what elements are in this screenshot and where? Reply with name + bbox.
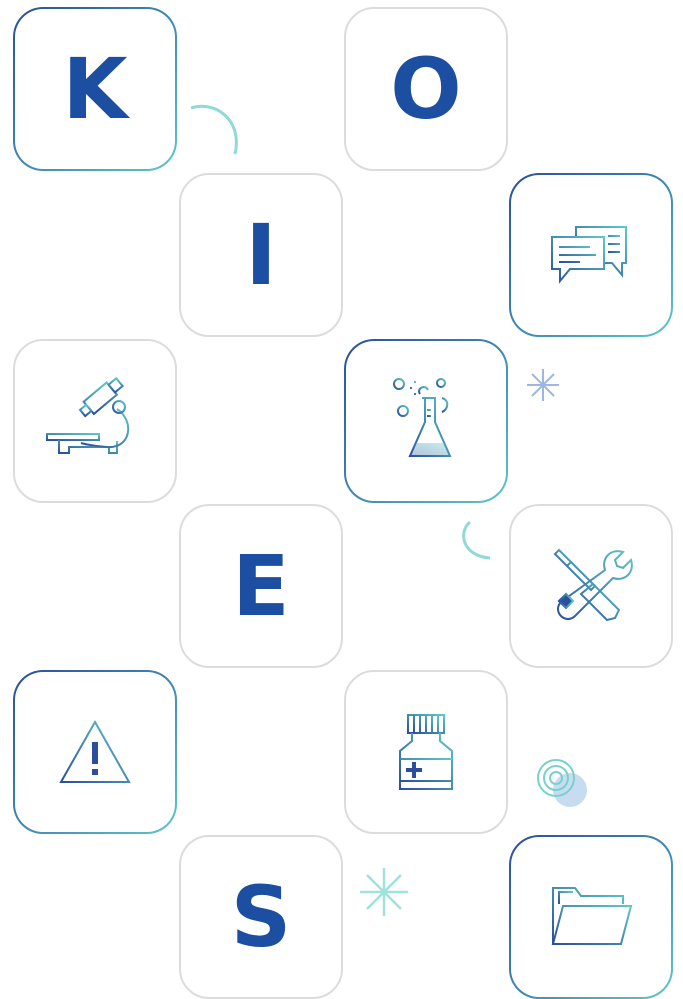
tile-flask — [344, 339, 508, 503]
tile-letter-e: E — [179, 504, 343, 668]
warning-icon — [59, 719, 131, 783]
tile-warning — [13, 670, 177, 834]
target-icon — [536, 758, 588, 810]
tile-letter-o: O — [344, 7, 508, 171]
letter-s: S — [230, 868, 292, 966]
letter-k: K — [62, 40, 128, 138]
tile-folder — [509, 835, 673, 999]
tile-letter-s: S — [179, 835, 343, 999]
arc-icon-2 — [190, 104, 238, 155]
tile-tools — [509, 504, 673, 668]
folder-icon — [551, 887, 633, 945]
flask-icon — [393, 378, 452, 457]
tools-icon — [553, 548, 633, 622]
tile-chat — [509, 173, 673, 337]
arc-icon — [462, 520, 491, 560]
letter-e: E — [232, 537, 290, 635]
letter-o: O — [390, 40, 462, 138]
medicine-bottle-icon — [399, 714, 453, 790]
tile-letter-i: I — [179, 173, 343, 337]
microscope-icon — [46, 376, 130, 454]
tile-letter-k: K — [13, 7, 177, 171]
chat-bubbles-icon — [551, 226, 627, 284]
sparkle-icon-2 — [360, 868, 408, 916]
tile-medicine — [344, 670, 508, 834]
letter-i: I — [245, 206, 277, 304]
tile-microscope — [13, 339, 177, 503]
sparkle-icon — [527, 369, 559, 401]
